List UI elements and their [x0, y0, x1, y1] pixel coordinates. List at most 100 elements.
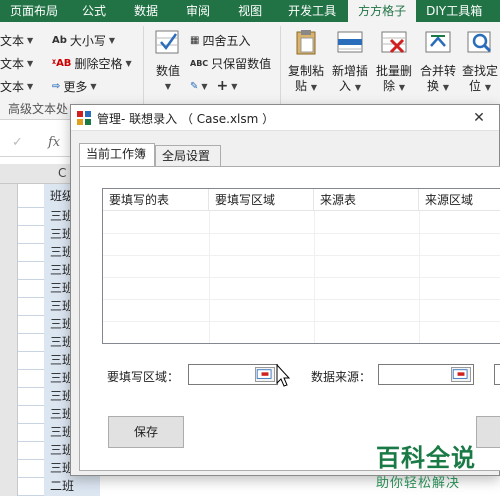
batch-delete-button[interactable]: 批量删 除 ▼ [372, 28, 416, 98]
remove-space-icon: ᵡAB [52, 58, 72, 69]
grid-line [103, 321, 500, 322]
row-number[interactable] [0, 208, 18, 226]
grid-line [103, 233, 500, 234]
value-button[interactable]: 数值 ▼ [146, 28, 190, 98]
tab-diy-toolbox[interactable]: DIY工具箱 [416, 0, 492, 22]
list-header: 要填写的表 要填写区域 来源表 来源区域 [103, 189, 500, 211]
more-button[interactable]: ⇨ 更多 ▼ [52, 78, 97, 95]
grid-line [103, 277, 500, 278]
insert-rows-icon [337, 31, 363, 53]
dropdown-arrow-icon: ▼ [398, 83, 405, 92]
close-button[interactable]: ✕ [459, 105, 499, 131]
row-number[interactable] [0, 370, 18, 388]
text-menu-2[interactable]: 文本 ▼ [0, 55, 33, 72]
remove-space-button[interactable]: ᵡAB 删除空格 ▼ [52, 55, 132, 72]
merge-icon [425, 31, 451, 53]
column-header-target-sheet[interactable]: 要填写的表 [103, 189, 209, 211]
column-header-source-range[interactable]: 来源区域 [419, 189, 500, 211]
mapping-list[interactable]: 要填写的表 要填写区域 来源表 来源区域 [102, 188, 500, 344]
range-picker-icon [256, 369, 272, 379]
dropdown-arrow-icon: ▼ [27, 36, 34, 45]
row-number[interactable] [0, 184, 18, 208]
dropdown-arrow-icon: ▼ [201, 81, 208, 91]
ribbon-separator [143, 26, 144, 114]
copy-paste-button[interactable]: 复制粘 贴 ▼ [284, 28, 328, 98]
row-number[interactable] [0, 298, 18, 316]
tab-fangfang[interactable]: 方方格子 [348, 0, 417, 22]
text-menu-1[interactable]: 文本 ▼ [0, 32, 33, 49]
find-locate-button[interactable]: 查找定 位 ▼ [458, 28, 500, 98]
class-cell[interactable]: 二班 [44, 478, 100, 496]
dropdown-arrow-icon: ▼ [310, 83, 317, 92]
confirm-icon[interactable]: ✓ [12, 135, 23, 150]
clipboard-icon [296, 30, 316, 55]
watermark-logo: 百科全说 助你轻松解决 [372, 438, 500, 500]
row-number[interactable] [0, 280, 18, 298]
row-number[interactable] [0, 478, 18, 496]
delete-rows-icon [381, 31, 407, 54]
row-number[interactable] [0, 244, 18, 262]
row-number[interactable] [0, 388, 18, 406]
dropdown-arrow-icon: ▼ [27, 82, 34, 91]
group-label-advanced-text: 高级文本处 [8, 102, 69, 116]
dropdown-arrow-icon: ▼ [125, 59, 132, 68]
watermark-title: 百科全说 [376, 444, 476, 472]
fill-area-label: 要填写区域： [107, 370, 180, 384]
dialog-title: 管理- 联想录入 （ Case.xlsm ） [97, 112, 275, 126]
tab-formulas[interactable]: 公式 [68, 0, 120, 22]
merge-convert-button[interactable]: 合并转 换 ▼ [416, 28, 460, 98]
more-icon: ⇨ [52, 81, 61, 92]
insert-button[interactable]: 新增插 入 ▼ [328, 28, 372, 98]
range-select-button[interactable] [451, 367, 471, 382]
keep-value-button[interactable]: ABC 只保留数值 [190, 55, 271, 72]
formula-bar: ✓ fx [0, 131, 72, 157]
plus-icon: + [216, 78, 229, 94]
upper-lower-button[interactable]: Ab 大小写 ▼ [52, 32, 115, 49]
function-icon[interactable]: fx [48, 135, 60, 150]
row-number[interactable] [0, 460, 18, 478]
tab-global-settings[interactable]: 全局设置 [155, 145, 221, 167]
row-number[interactable] [0, 316, 18, 334]
edit-icon: ✎ [190, 80, 199, 92]
fill-area-input[interactable] [188, 364, 278, 385]
range-select-button[interactable] [255, 367, 275, 382]
lookup-entry-dialog: 管理- 联想录入 （ Case.xlsm ） ✕ 当前工作簿 全局设置 要填写的… [70, 104, 500, 476]
row-number[interactable] [0, 406, 18, 424]
dropdown-arrow-icon: ▼ [108, 36, 116, 45]
tab-view[interactable]: 视图 [224, 0, 276, 22]
tab-current-workbook[interactable]: 当前工作簿 [79, 143, 155, 167]
data-source-label: 数据来源： [311, 370, 372, 384]
row-number[interactable] [0, 442, 18, 460]
row-number[interactable] [0, 334, 18, 352]
row-number[interactable] [0, 262, 18, 280]
mouse-cursor-icon [276, 364, 291, 387]
tab-data[interactable]: 数据 [120, 0, 172, 22]
row-number[interactable] [0, 424, 18, 442]
ribbon-tab-bar: 页面布局 公式 数据 审阅 视图 开发工具 方方格子 DIY工具箱 [0, 0, 500, 22]
tab-page-layout[interactable]: 页面布局 [0, 0, 68, 22]
dropdown-arrow-icon: ▼ [442, 83, 449, 92]
case-icon: Ab [52, 35, 67, 46]
number-extra-tools[interactable]: ✎ ▼ + ▼ [190, 78, 237, 94]
ribbon-separator [280, 26, 281, 114]
row-number[interactable] [0, 352, 18, 370]
round-icon: ▦ [190, 35, 200, 46]
column-letter[interactable]: C [58, 166, 66, 180]
column-header-target-range[interactable]: 要填写区域 [209, 189, 314, 211]
dialog-titlebar[interactable]: 管理- 联想录入 （ Case.xlsm ） ✕ [71, 105, 499, 131]
data-source-input[interactable] [378, 364, 474, 385]
dropdown-arrow-icon: ▼ [354, 83, 361, 92]
magnifier-icon [467, 31, 492, 53]
dropdown-arrow-icon: ▼ [484, 83, 491, 92]
row-number[interactable] [0, 226, 18, 244]
range-picker-icon [452, 369, 468, 379]
tab-review[interactable]: 审阅 [172, 0, 224, 22]
extra-option-box[interactable] [494, 364, 500, 385]
tab-developer[interactable]: 开发工具 [276, 0, 348, 22]
text-menu-3[interactable]: 文本 ▼ [0, 78, 33, 95]
column-header-source-sheet[interactable]: 来源表 [314, 189, 419, 211]
dropdown-arrow-icon: ▼ [231, 81, 238, 91]
round-button[interactable]: ▦ 四舍五入 [190, 32, 250, 49]
save-button[interactable]: 保存 [108, 416, 184, 448]
app-icon [77, 111, 91, 125]
